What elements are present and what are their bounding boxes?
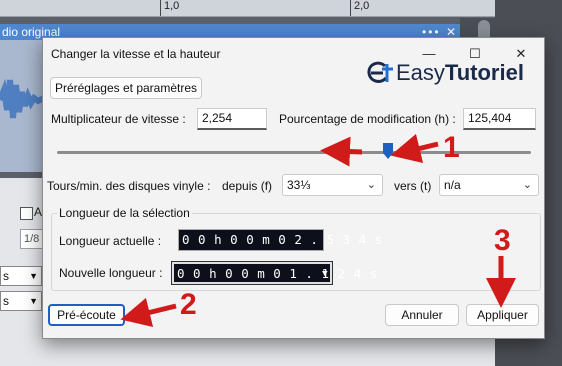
ruler-label: 2,0 — [354, 0, 370, 12]
selection-length-title: Longueur de la sélection — [57, 206, 192, 220]
percent-change-label: Pourcentage de modification (h) : — [279, 112, 456, 126]
annotation-step-3: 3 — [494, 224, 511, 257]
bg-checkbox-label: A — [34, 205, 43, 219]
from-rpm-select[interactable]: 33⅓ ⌄ — [282, 174, 383, 196]
chevron-down-icon: ▼ — [322, 269, 328, 279]
speed-multiplier-label: Multiplicateur de vitesse : — [51, 112, 186, 126]
easytutoriel-logo: EasyTutoriel — [365, 58, 540, 88]
presets-button[interactable]: Préréglages et paramètres — [50, 77, 202, 99]
new-length-label: Nouvelle longueur : — [59, 266, 163, 280]
current-length-label: Longueur actuelle : — [59, 234, 162, 248]
vinyl-rpm-label: Tours/min. des disques vinyle : — [47, 179, 211, 193]
to-label: vers (t) — [394, 179, 432, 193]
chevron-down-icon: ⌄ — [366, 179, 376, 191]
bg-dropdown[interactable]: s ▼ — [0, 291, 42, 311]
annotation-step-1: 1 — [443, 131, 460, 164]
bg-dropdown-value: s — [3, 294, 9, 308]
percent-slider-thumb[interactable] — [383, 143, 393, 159]
apply-button[interactable]: Appliquer — [466, 304, 539, 326]
chevron-down-icon: ▼ — [29, 271, 38, 281]
cancel-button[interactable]: Annuler — [385, 304, 459, 326]
bg-dropdown-value: s — [3, 269, 9, 283]
chevron-down-icon: ⌄ — [522, 179, 532, 191]
new-length-value: 0 0 h 0 0 m 0 1 . 1 2 4 s — [177, 266, 378, 281]
timeline-ruler[interactable]: 1,0 2,0 — [0, 0, 495, 17]
new-length-field[interactable]: 0 0 h 0 0 m 0 1 . 1 2 4 s ▼ — [171, 261, 377, 285]
ruler-label: 1,0 — [164, 0, 180, 12]
bg-dropdown[interactable]: s ▼ — [0, 266, 42, 286]
to-rpm-select[interactable]: n/a ⌄ — [439, 174, 539, 196]
from-rpm-value: 33⅓ — [287, 178, 311, 192]
bg-checkbox[interactable] — [20, 207, 33, 220]
dialog-title: Changer la vitesse et la hauteur — [51, 47, 221, 61]
speed-multiplier-input[interactable]: 2,254 — [197, 108, 267, 130]
logo-text: EasyTutoriel — [396, 60, 524, 86]
to-rpm-value: n/a — [444, 178, 461, 192]
percent-slider-track[interactable] — [57, 151, 531, 154]
logo-text-bold: Tutoriel — [444, 60, 524, 85]
preview-button[interactable]: Pré-écoute — [48, 304, 125, 326]
logo-text-prefix: Easy — [396, 60, 445, 85]
percent-change-input[interactable]: 125,404 — [463, 108, 536, 130]
from-label: depuis (f) — [222, 179, 273, 193]
logo-mark-icon — [367, 61, 393, 83]
chevron-down-icon: ▼ — [29, 296, 38, 306]
current-length-field[interactable]: 0 0 h 0 0 m 0 2 . 5 3 4 s — [178, 229, 382, 251]
annotation-step-2: 2 — [180, 288, 197, 321]
